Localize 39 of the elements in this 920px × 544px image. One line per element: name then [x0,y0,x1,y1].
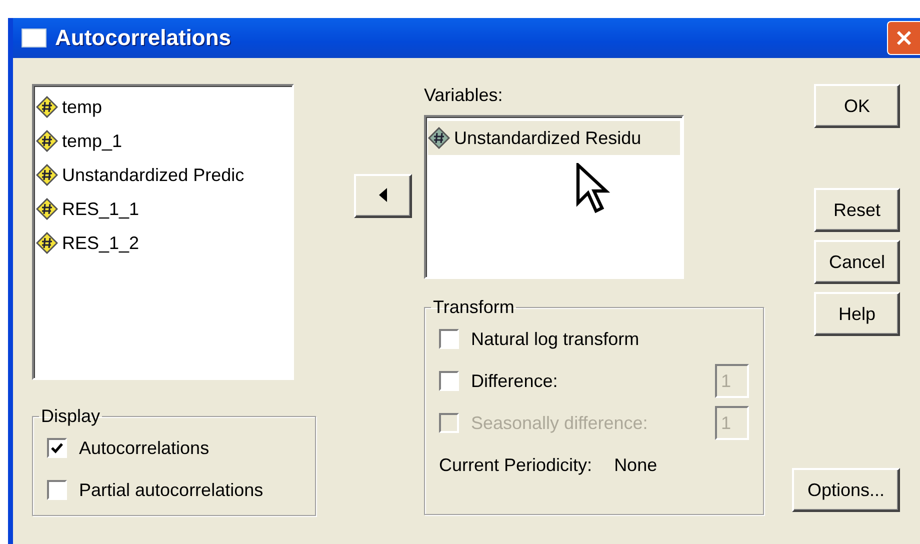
variable-item[interactable]: temp_1 [36,124,290,158]
checkbox-label: Partial autocorrelations [79,480,264,500]
variables-label: Variables: [424,85,504,107]
check-mark-icon [50,441,64,455]
left-triangle-icon [379,188,387,202]
ok-button[interactable]: OK [814,84,900,128]
variable-item[interactable]: temp [36,90,290,124]
checkbox[interactable] [439,371,459,391]
numeric-variable-icon [36,198,58,220]
group-label: Display [40,406,102,427]
numeric-variable-icon [36,164,58,186]
group-label: Transform [432,297,516,318]
window-icon [21,28,47,48]
options-button[interactable]: Options... [792,468,900,512]
checkbox[interactable] [439,329,459,349]
numeric-variable-icon [428,127,450,149]
checkbox-label: Autocorrelations [79,438,210,458]
checkbox[interactable] [47,480,67,500]
variable-item[interactable]: Unstandardized Residu [428,121,680,155]
periodicity-value: None [614,454,658,476]
window-title: Autocorrelations [55,25,232,51]
reset-button[interactable]: Reset [814,188,900,232]
variable-item[interactable]: RES_1_1 [36,192,290,226]
help-button[interactable]: Help [814,292,900,336]
close-button[interactable] [887,21,920,55]
numeric-variable-icon [36,130,58,152]
variable-item[interactable]: Unstandardized Predic [36,158,290,192]
checkbox-label: Difference: [471,370,559,392]
cancel-button[interactable]: Cancel [814,240,900,284]
close-icon [894,28,914,48]
mouse-cursor-icon [576,163,610,215]
numeric-variable-icon [36,232,58,254]
checkbox[interactable] [47,438,67,458]
variable-item[interactable]: RES_1_2 [36,226,290,260]
move-button[interactable] [354,174,412,218]
checkbox-label: Natural log transform [471,328,640,350]
periodicity-label: Current Periodicity: [439,454,592,476]
checkbox-label: Seasonally difference: [471,412,649,434]
numeric-variable-icon [36,96,58,118]
